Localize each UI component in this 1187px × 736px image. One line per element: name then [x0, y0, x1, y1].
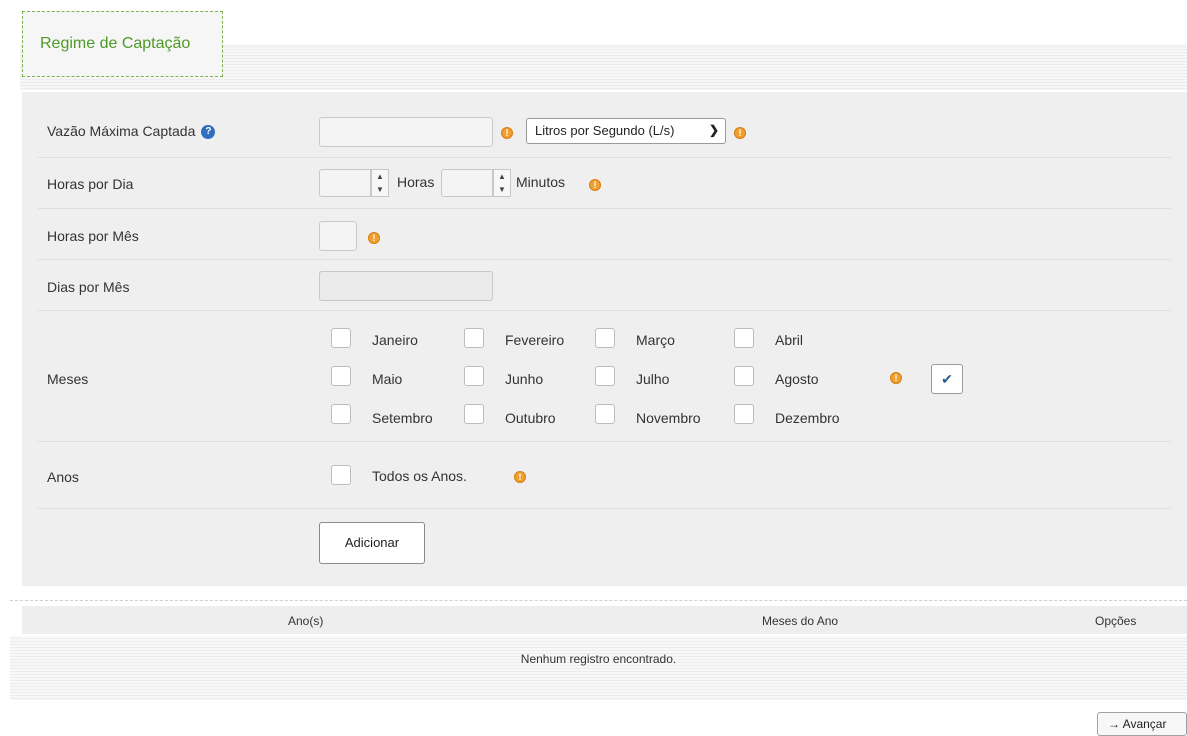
- checkbox-setembro[interactable]: [331, 404, 351, 424]
- header-anos: Ano(s): [288, 614, 324, 628]
- label-outubro: Outubro: [505, 410, 556, 426]
- horas-mes-label: Horas por Mês: [47, 228, 139, 244]
- checkbox-todos-anos[interactable]: [331, 465, 351, 485]
- header-meses: Meses do Ano: [762, 614, 839, 628]
- table-body: Nenhum registro encontrado.: [10, 636, 1187, 700]
- unit-select-value: Litros por Segundo (L/s): [535, 123, 675, 138]
- checkbox-marco[interactable]: [595, 328, 615, 348]
- checkbox-outubro[interactable]: [464, 404, 484, 424]
- exclamation-icon: !: [368, 232, 380, 244]
- unit-select[interactable]: Litros por Segundo (L/s) ❯: [526, 118, 726, 144]
- dias-mes-input: [319, 271, 493, 301]
- empty-message: Nenhum registro encontrado.: [520, 652, 677, 666]
- checkbox-junho[interactable]: [464, 366, 484, 386]
- chevron-down-icon: ❯: [708, 123, 719, 137]
- row-anos: [38, 442, 1171, 509]
- arrow-right-icon: →: [1108, 717, 1120, 731]
- label-agosto: Agosto: [775, 371, 819, 387]
- table-separator: [10, 600, 1187, 601]
- minutes-text: Minutos: [516, 174, 566, 190]
- anos-label: Anos: [47, 469, 79, 485]
- tab-regime-captacao[interactable]: Regime de Captação: [22, 11, 223, 77]
- check-icon: ✔: [941, 371, 953, 387]
- label-abril: Abril: [775, 332, 804, 348]
- vazao-input[interactable]: [319, 117, 493, 147]
- hours-spinner-buttons[interactable]: ▲ ▼: [371, 169, 389, 197]
- label-fevereiro: Fevereiro: [505, 332, 565, 348]
- select-all-months-button[interactable]: ✔: [931, 364, 963, 394]
- label-julho: Julho: [636, 371, 670, 387]
- checkbox-agosto[interactable]: [734, 366, 754, 386]
- horas-dia-label: Horas por Dia: [47, 176, 134, 192]
- minutes-spinner-buttons[interactable]: ▲ ▼: [493, 169, 511, 197]
- dias-mes-label: Dias por Mês: [47, 279, 130, 295]
- checkbox-fevereiro[interactable]: [464, 328, 484, 348]
- minutes-spinner-input[interactable]: [441, 169, 493, 197]
- checkbox-abril[interactable]: [734, 328, 754, 348]
- checkbox-dezembro[interactable]: [734, 404, 754, 424]
- checkbox-julho[interactable]: [595, 366, 615, 386]
- hours-text: Horas: [397, 174, 435, 190]
- table-header: Ano(s) Meses do Ano Opções: [22, 606, 1187, 634]
- exclamation-icon: !: [890, 372, 902, 384]
- checkbox-janeiro[interactable]: [331, 328, 351, 348]
- label-junho: Junho: [505, 371, 544, 387]
- exclamation-icon: !: [589, 179, 601, 191]
- hours-spinner-input[interactable]: [319, 169, 371, 197]
- row-horas-dia: [38, 158, 1171, 209]
- next-button[interactable]: → Avançar: [1097, 712, 1187, 736]
- vazao-label-wrap: Vazão Máxima Captada?: [47, 123, 216, 140]
- question-icon[interactable]: ?: [201, 125, 216, 140]
- label-maio: Maio: [372, 371, 403, 387]
- exclamation-icon: !: [514, 471, 526, 483]
- checkbox-maio[interactable]: [331, 366, 351, 386]
- row-horas-mes: [38, 209, 1171, 260]
- checkbox-novembro[interactable]: [595, 404, 615, 424]
- label-janeiro: Janeiro: [372, 332, 418, 348]
- label-setembro: Setembro: [372, 410, 433, 426]
- label-dezembro: Dezembro: [775, 410, 840, 426]
- horas-mes-input[interactable]: [319, 221, 357, 251]
- tab-title: Regime de Captação: [40, 35, 191, 52]
- exclamation-icon: !: [501, 127, 513, 139]
- add-button[interactable]: Adicionar: [319, 522, 425, 564]
- meses-label: Meses: [47, 371, 89, 387]
- header-opcoes: Opções: [1095, 614, 1137, 628]
- exclamation-icon: !: [734, 127, 746, 139]
- row-dias-mes: [38, 260, 1171, 311]
- next-button-label: Avançar: [1122, 717, 1167, 731]
- label-marco: Março: [636, 332, 675, 348]
- label-todos-anos: Todos os Anos.: [372, 468, 467, 484]
- vazao-label: Vazão Máxima Captada: [47, 123, 196, 139]
- label-novembro: Novembro: [636, 410, 701, 426]
